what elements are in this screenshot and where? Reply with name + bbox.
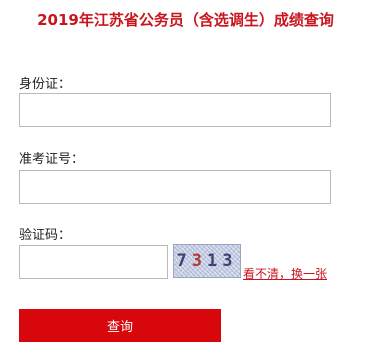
id-card-label: 身份证：	[19, 77, 72, 92]
id-card-input[interactable]	[19, 93, 331, 127]
exam-number-input[interactable]	[19, 170, 331, 204]
captcha-digit: 3	[191, 251, 207, 271]
query-button[interactable]: 查询	[19, 309, 221, 342]
captcha-digit: 7	[176, 251, 192, 271]
captcha-label: 验证码：	[19, 228, 72, 243]
page-title: 2019年江苏省公务员（含选调生）成绩查询	[37, 11, 334, 29]
captcha-digit: 1	[207, 251, 223, 271]
captcha-image[interactable]: 7313	[173, 244, 241, 278]
exam-number-label: 准考证号：	[19, 152, 85, 167]
refresh-captcha-link[interactable]: 看不清，换一张	[243, 265, 327, 282]
captcha-code: 7313	[174, 245, 240, 277]
captcha-digit: 3	[222, 251, 238, 271]
captcha-input[interactable]	[19, 245, 168, 279]
